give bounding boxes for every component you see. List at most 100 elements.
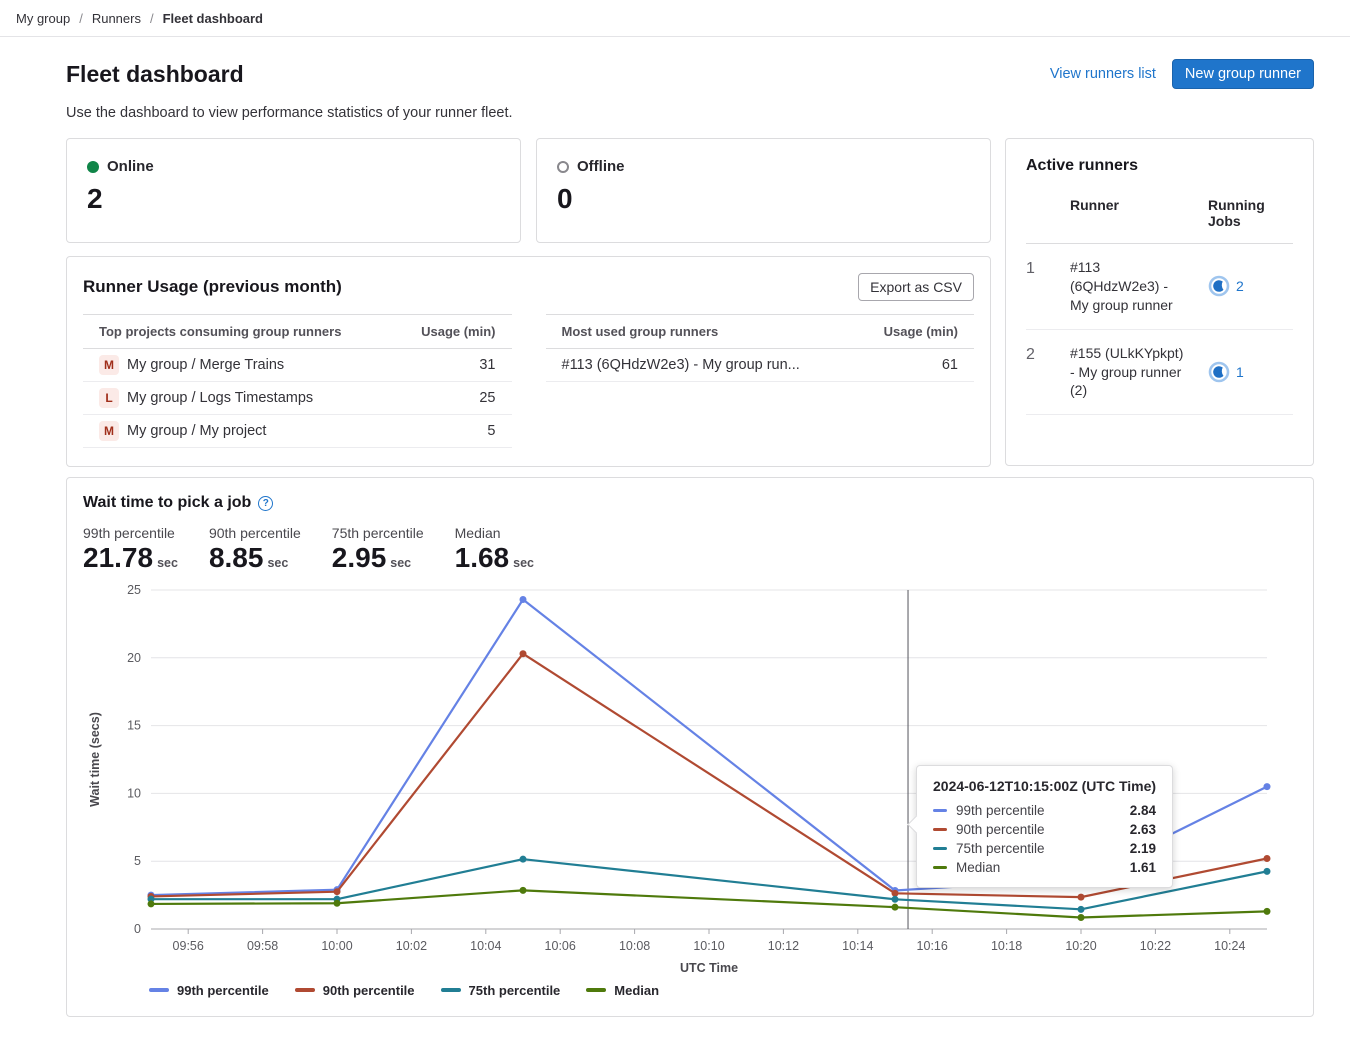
x-axis-tick-label: 10:16	[917, 939, 948, 953]
project-avatar: M	[99, 355, 119, 375]
tooltip-series-name: 99th percentile	[956, 803, 1045, 818]
usage-min-column-header: Usage (min)	[421, 324, 495, 339]
breadcrumb-separator: /	[150, 11, 154, 26]
project-avatar: M	[99, 421, 119, 441]
y-axis-title: Wait time (secs)	[88, 712, 102, 807]
stat-90th-percentile: 90th percentile8.85sec	[209, 525, 301, 574]
stat-label: 75th percentile	[332, 525, 424, 541]
runner-row-name[interactable]: #155 (ULkKYpkpt) - My group runner (2)	[1070, 330, 1186, 416]
stat-99th-percentile: 99th percentile 21.78sec	[83, 525, 178, 574]
tooltip-series-swatch	[933, 866, 947, 870]
series-point-90th-percentile	[520, 650, 527, 657]
stat-unit: sec	[267, 556, 288, 570]
x-axis-tick-label: 10:10	[693, 939, 724, 953]
table-row: MMy group / My project5	[83, 415, 512, 448]
tooltip-series-value: 2.63	[1090, 822, 1156, 837]
series-point-median	[334, 900, 341, 907]
series-point-75th-percentile	[1078, 906, 1085, 913]
x-axis-tick-label: 10:20	[1065, 939, 1096, 953]
running-jobs-count[interactable]: 1	[1236, 363, 1244, 382]
breadcrumb-item-fleet-dashboard: Fleet dashboard	[163, 11, 263, 26]
project-name: My group / Logs Timestamps	[127, 390, 313, 406]
series-point-median	[148, 900, 155, 907]
runner-row-index: 1	[1026, 244, 1070, 330]
running-jobs-count[interactable]: 2	[1236, 277, 1244, 296]
tooltip-series-value: 2.84	[1090, 803, 1156, 818]
runner-row-index: 2	[1026, 330, 1070, 416]
y-axis-tick-label: 0	[134, 922, 141, 936]
wait-time-card: Wait time to pick a job ? 99th percentil…	[66, 477, 1314, 1017]
tooltip-series-value: 2.19	[1090, 841, 1156, 856]
runner-row-name[interactable]: #113 (6QHdzW2e3) - My group runner	[1070, 244, 1186, 330]
most-used-runners-column-header: Most used group runners	[562, 324, 719, 339]
top-projects-rows: MMy group / Merge Trains31LMy group / Lo…	[83, 349, 512, 448]
stat-value: 2.95sec	[332, 543, 424, 574]
stat-value: 21.78sec	[83, 543, 178, 574]
legend-item-75th-percentile[interactable]: 75th percentile	[441, 983, 561, 998]
offline-runners-card: Offline 0	[536, 138, 991, 243]
offline-label: Offline	[577, 158, 625, 175]
x-axis-title: UTC Time	[680, 961, 738, 975]
legend-label: 90th percentile	[323, 983, 415, 998]
tooltip-series-name: 90th percentile	[956, 822, 1045, 837]
index-column-header	[1026, 189, 1070, 244]
most-used-runners-table: Most used group runners Usage (min) #113…	[546, 314, 975, 448]
series-point-90th-percentile	[1264, 855, 1271, 862]
legend-item-90th-percentile[interactable]: 90th percentile	[295, 983, 415, 998]
offline-count: 0	[557, 183, 970, 215]
help-icon[interactable]: ?	[258, 496, 273, 511]
breadcrumb-item-runners[interactable]: Runners	[92, 11, 141, 26]
wait-time-title: Wait time to pick a job	[83, 494, 251, 512]
series-point-median	[892, 903, 899, 910]
x-axis-tick-label: 10:14	[842, 939, 873, 953]
series-point-median	[1264, 908, 1271, 915]
running-jobs-column-header: Running Jobs	[1186, 189, 1293, 244]
legend-swatch	[586, 988, 606, 992]
view-runners-list-link[interactable]: View runners list	[1050, 66, 1156, 82]
legend-item-median[interactable]: Median	[586, 983, 659, 998]
series-point-75th-percentile	[1264, 868, 1271, 875]
x-axis-tick-label: 10:00	[321, 939, 352, 953]
stat-unit: sec	[390, 556, 411, 570]
project-name: My group / Merge Trains	[127, 357, 284, 373]
runner-usage-title: Runner Usage (previous month)	[83, 277, 342, 297]
online-status-icon	[87, 161, 99, 173]
percentile-stats-row: 99th percentile 21.78sec 90th percentile8.…	[83, 525, 1297, 574]
running-jobs-icon	[1208, 361, 1230, 383]
tooltip-series-name: Median	[956, 860, 1000, 875]
export-csv-button[interactable]: Export as CSV	[858, 273, 974, 301]
stat-label: 99th percentile	[83, 525, 178, 541]
x-axis-tick-label: 10:22	[1140, 939, 1171, 953]
x-axis-tick-label: 10:04	[470, 939, 501, 953]
tooltip-series-value: 1.61	[1090, 860, 1156, 875]
stat-label: Median	[455, 525, 534, 541]
runner-name: #113 (6QHdzW2e3) - My group run...	[562, 357, 800, 373]
legend-swatch	[441, 988, 461, 992]
new-group-runner-button[interactable]: New group runner	[1172, 59, 1314, 89]
breadcrumb-item-my-group[interactable]: My group	[16, 11, 70, 26]
legend-swatch	[295, 988, 315, 992]
x-axis-tick-label: 09:58	[247, 939, 278, 953]
stat-value: 8.85sec	[209, 543, 301, 574]
stat-median: Median 1.68sec	[455, 525, 534, 574]
stat-value: 1.68sec	[455, 543, 534, 574]
top-projects-table: Top projects consuming group runners Usa…	[83, 314, 512, 448]
y-axis-tick-label: 25	[127, 583, 141, 597]
usage-value: 25	[479, 390, 495, 406]
y-axis-tick-label: 20	[127, 651, 141, 665]
x-axis-tick-label: 10:06	[545, 939, 576, 953]
series-point-99th-percentile	[1264, 783, 1271, 790]
legend-item-99th-percentile[interactable]: 99th percentile	[149, 983, 269, 998]
table-row: LMy group / Logs Timestamps25	[83, 382, 512, 415]
most-used-runners-rows: #113 (6QHdzW2e3) - My group run...61	[546, 349, 975, 382]
project-name: My group / My project	[127, 423, 266, 439]
tooltip-series-name: 75th percentile	[956, 841, 1045, 856]
series-point-75th-percentile	[892, 896, 899, 903]
x-axis-tick-label: 10:02	[396, 939, 427, 953]
x-axis-tick-label: 10:12	[768, 939, 799, 953]
usage-min-column-header: Usage (min)	[884, 324, 958, 339]
breadcrumb-separator: /	[79, 11, 83, 26]
tooltip-title: 2024-06-12T10:15:00Z (UTC Time)	[933, 778, 1156, 794]
breadcrumb: My group / Runners / Fleet dashboard	[0, 0, 1350, 37]
x-axis-tick-label: 10:08	[619, 939, 650, 953]
